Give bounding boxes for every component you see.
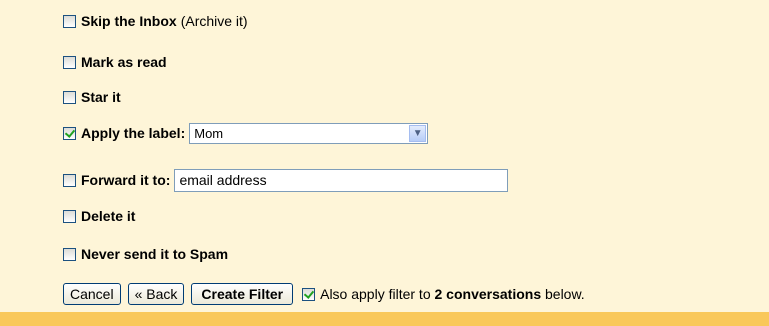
skip-inbox-label: Skip the Inbox — [81, 13, 177, 29]
cancel-button[interactable]: Cancel — [63, 283, 121, 305]
delete-option[interactable]: Delete it — [63, 207, 135, 225]
star-checkbox[interactable] — [63, 90, 76, 104]
back-button[interactable]: « Back — [127, 283, 185, 305]
button-row: Cancel « Back Create Filter Also apply f… — [63, 282, 585, 306]
forward-email-input[interactable]: email address — [174, 168, 509, 192]
chevron-down-icon[interactable]: ▼ — [409, 124, 427, 142]
also-apply-checkbox[interactable] — [302, 287, 316, 301]
forward-option[interactable]: Forward it to: email address — [63, 168, 509, 192]
also-apply-prefix: Also apply filter to — [320, 286, 435, 302]
delete-label: Delete it — [81, 208, 136, 224]
apply-label-option[interactable]: Apply the label: Mom ▼ — [63, 122, 429, 144]
create-filter-button[interactable]: Create Filter — [191, 283, 294, 305]
mark-read-option[interactable]: Mark as read — [63, 53, 167, 71]
also-apply-count: 2 conversations — [434, 286, 542, 302]
label-select[interactable]: Mom ▼ — [189, 122, 429, 144]
also-apply-text: Also apply filter to 2 conversations bel… — [320, 286, 585, 302]
apply-label-label: Apply the label: — [81, 125, 186, 141]
never-spam-label: Never send it to Spam — [81, 246, 229, 262]
filter-panel: Skip the Inbox (Archive it) Mark as read… — [0, 0, 769, 312]
mark-read-checkbox[interactable] — [63, 55, 76, 69]
mark-read-label: Mark as read — [81, 54, 167, 70]
also-apply-suffix: below. — [541, 286, 585, 302]
star-label: Star it — [81, 89, 121, 105]
forward-checkbox[interactable] — [63, 173, 76, 187]
never-spam-checkbox[interactable] — [63, 247, 76, 261]
skip-inbox-option[interactable]: Skip the Inbox (Archive it) — [63, 12, 248, 30]
never-spam-option[interactable]: Never send it to Spam — [63, 245, 228, 263]
bottom-bar — [0, 312, 769, 326]
delete-checkbox[interactable] — [63, 209, 76, 223]
star-option[interactable]: Star it — [63, 88, 121, 106]
forward-label: Forward it to: — [81, 172, 171, 188]
skip-inbox-checkbox[interactable] — [63, 14, 76, 28]
skip-inbox-note: (Archive it) — [180, 13, 248, 29]
apply-label-checkbox[interactable] — [63, 126, 76, 140]
label-select-value: Mom — [194, 125, 224, 141]
